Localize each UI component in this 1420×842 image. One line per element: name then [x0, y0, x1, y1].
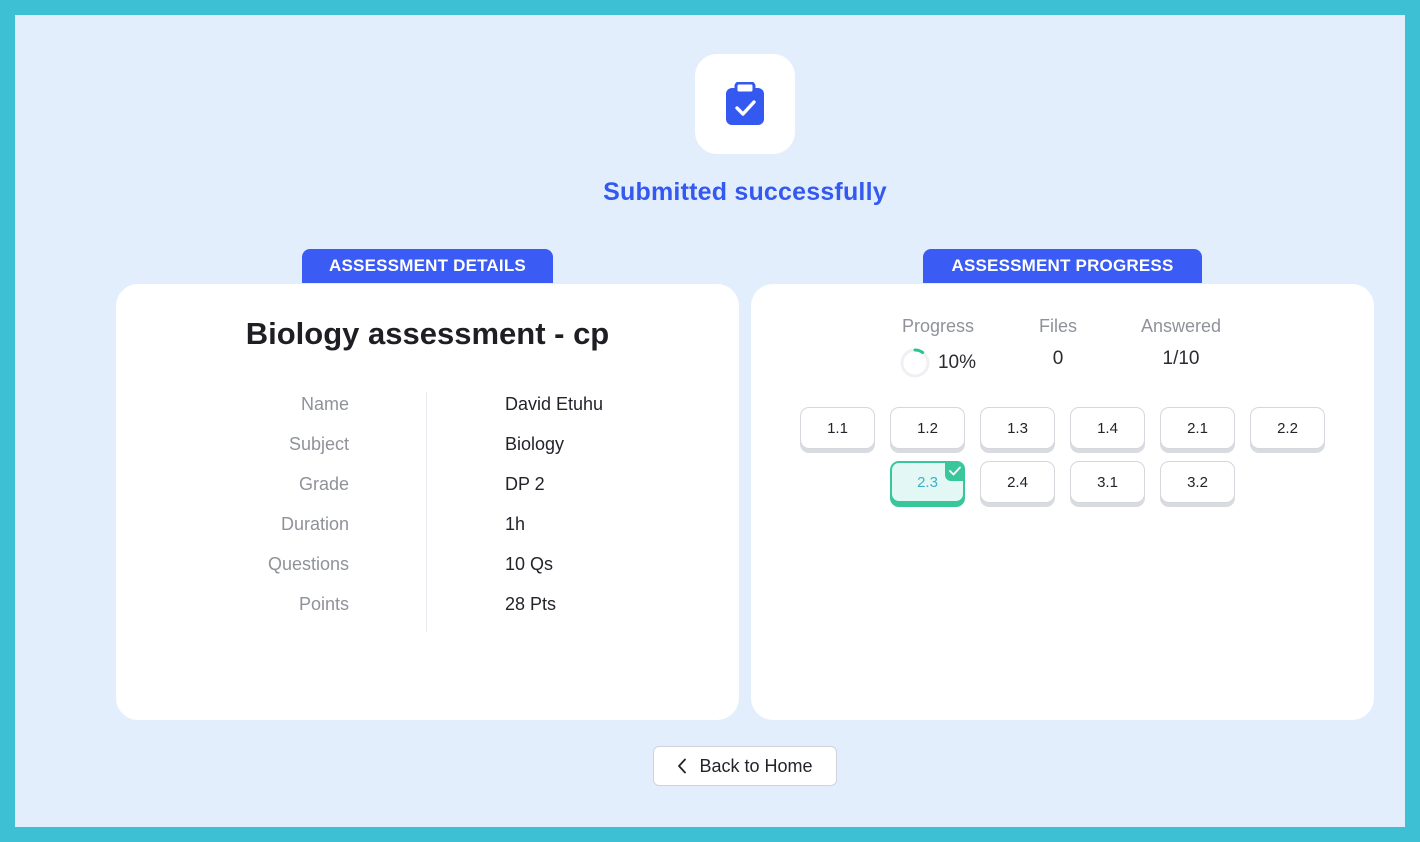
detail-row-grade: Grade DP 2: [116, 474, 739, 498]
question-label: 3.2: [1187, 473, 1208, 491]
detail-value: David Etuhu: [505, 394, 604, 414]
detail-value: 28 Pts: [505, 594, 557, 614]
question-label: 1.4: [1097, 419, 1118, 437]
progress-stat: Progress 10%: [873, 316, 1003, 378]
detail-label: Name: [300, 394, 349, 414]
files-value: 0: [1052, 348, 1064, 369]
detail-value: 10 Qs: [505, 554, 554, 574]
question-label: 3.1: [1097, 473, 1118, 491]
question-button[interactable]: 1.1: [800, 407, 875, 449]
question-button[interactable]: 3.2: [1160, 461, 1235, 503]
success-icon-container: [695, 54, 795, 154]
back-to-home-label: Back to Home: [699, 755, 813, 776]
assessment-details-card: Biology assessment - cp Name David Etuhu…: [116, 284, 739, 720]
detail-row-subject: Subject Biology: [116, 434, 739, 458]
question-label: 2.2: [1277, 419, 1298, 437]
question-label: 2.1: [1187, 419, 1208, 437]
detail-label: Duration: [280, 514, 349, 534]
page-frame: Submitted successfully ASSESSMENT DETAIL…: [15, 15, 1405, 827]
check-icon: [949, 466, 961, 476]
progress-label: Progress: [901, 316, 975, 336]
detail-label: Questions: [267, 554, 349, 574]
question-label: 2.4: [1007, 473, 1028, 491]
answered-stat: Answered 1/10: [1116, 316, 1246, 370]
question-button[interactable]: 1.3: [980, 407, 1055, 449]
progress-value: 10%: [937, 352, 977, 373]
question-label: 1.3: [1007, 419, 1028, 437]
success-title: Submitted successfully: [603, 178, 887, 206]
question-button-answered[interactable]: 2.3: [890, 461, 965, 503]
detail-label: Grade: [298, 474, 349, 494]
detail-value: 1h: [505, 514, 526, 534]
assessment-progress-card: Progress 10% Files 0 Answered 1/10 1.1 1…: [751, 284, 1374, 720]
answered-label: Answered: [1140, 316, 1222, 336]
progress-ring-icon: [900, 348, 930, 378]
question-button[interactable]: 1.2: [890, 407, 965, 449]
clipboard-check-icon: [726, 82, 764, 125]
progress-value-wrap: 10%: [873, 348, 1003, 378]
detail-label: Subject: [288, 434, 349, 454]
detail-row-points: Points 28 Pts: [116, 594, 739, 618]
question-label: 2.3: [917, 473, 938, 491]
question-button[interactable]: 2.2: [1250, 407, 1325, 449]
files-stat: Files 0: [993, 316, 1123, 370]
files-label: Files: [1038, 316, 1077, 336]
question-button[interactable]: 2.4: [980, 461, 1055, 503]
assessment-details-tab: ASSESSMENT DETAILS: [302, 249, 553, 283]
detail-row-questions: Questions 10 Qs: [116, 554, 739, 578]
detail-row-duration: Duration 1h: [116, 514, 739, 538]
question-button[interactable]: 3.1: [1070, 461, 1145, 503]
detail-row-name: Name David Etuhu: [116, 394, 739, 418]
detail-value: Biology: [505, 434, 565, 454]
assessment-progress-tab: ASSESSMENT PROGRESS: [923, 249, 1202, 283]
back-to-home-button[interactable]: Back to Home: [653, 746, 837, 786]
chevron-left-icon: [678, 758, 687, 774]
question-button[interactable]: 2.1: [1160, 407, 1235, 449]
question-label: 1.1: [827, 419, 848, 437]
assessment-title: Biology assessment - cp: [245, 316, 610, 351]
detail-label: Points: [298, 594, 349, 614]
detail-value: DP 2: [505, 474, 545, 494]
question-button[interactable]: 1.4: [1070, 407, 1145, 449]
answered-value: 1/10: [1162, 348, 1200, 369]
question-label: 1.2: [917, 419, 938, 437]
answered-check-badge: [945, 461, 965, 481]
